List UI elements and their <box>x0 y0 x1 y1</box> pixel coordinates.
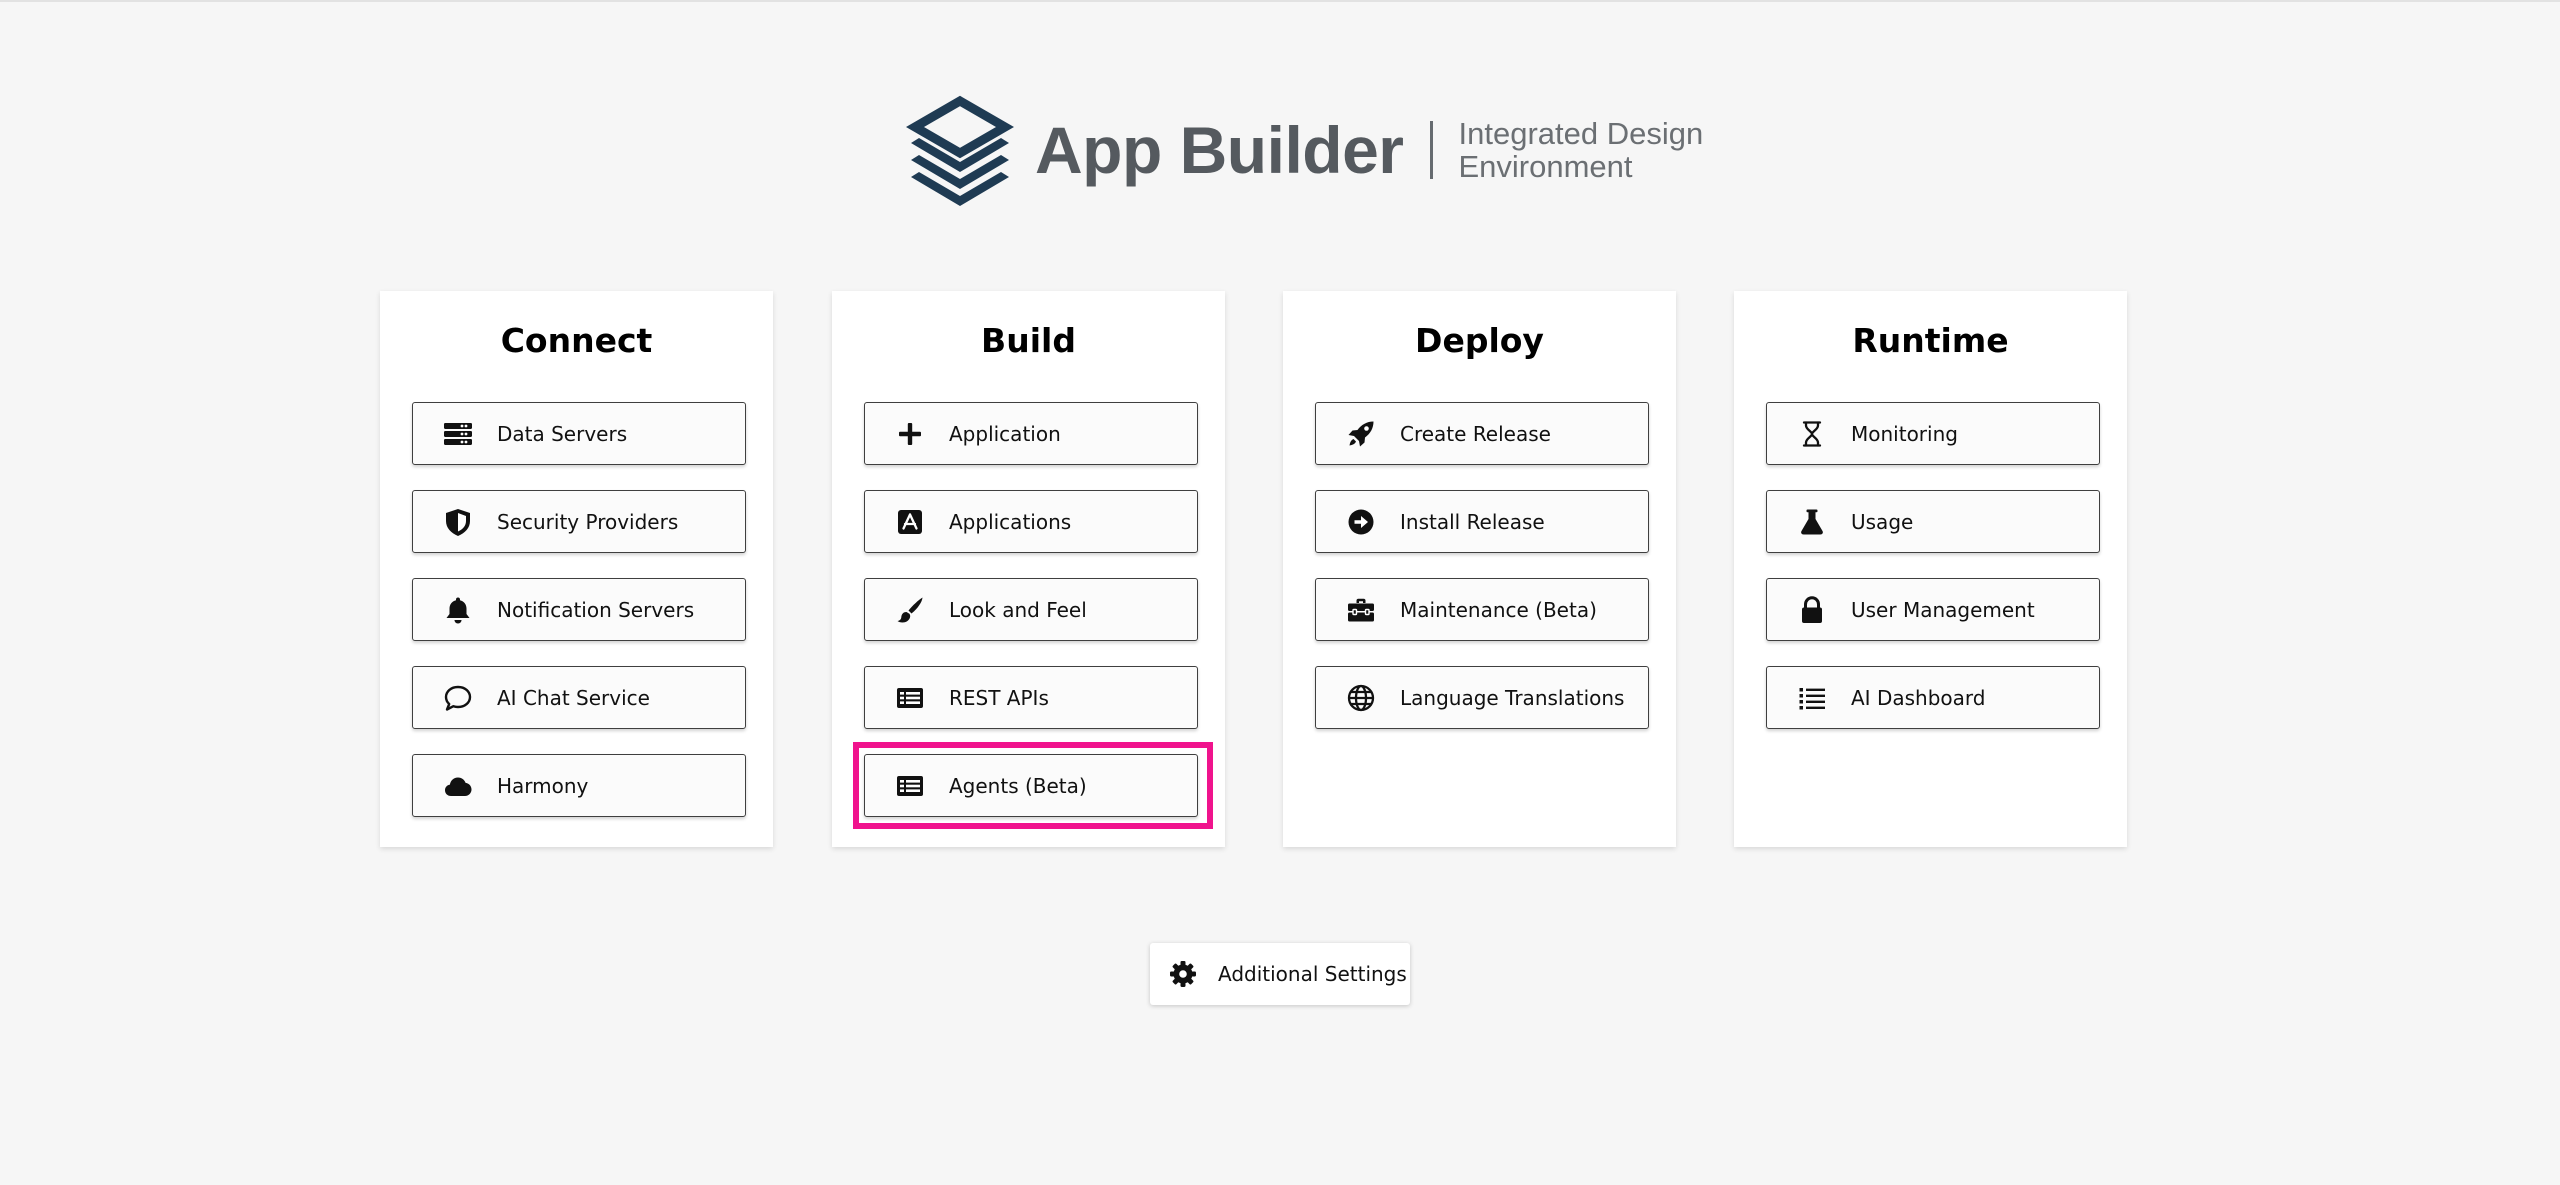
button-label: REST APIs <box>949 685 1049 710</box>
user-management-button[interactable]: User Management <box>1766 578 2100 641</box>
server-icon <box>443 419 473 449</box>
harmony-button[interactable]: Harmony <box>412 754 746 817</box>
monitoring-button[interactable]: Monitoring <box>1766 402 2100 465</box>
build-card: Build Application Applications Look and … <box>832 291 1225 847</box>
toolbox-icon <box>1346 595 1376 625</box>
button-label: AI Dashboard <box>1851 685 1986 710</box>
list-alt-icon <box>895 771 925 801</box>
security-providers-button[interactable]: Security Providers <box>412 490 746 553</box>
plus-icon <box>895 419 925 449</box>
button-label: Language Translations <box>1400 685 1625 710</box>
connect-card: Connect Data Servers Security Providers <box>380 291 773 847</box>
applications-button[interactable]: Applications <box>864 490 1198 553</box>
arrow-circle-right-icon <box>1346 507 1376 537</box>
gear-icon <box>1168 959 1198 989</box>
layers-icon <box>906 95 1014 206</box>
button-label: Create Release <box>1400 421 1551 446</box>
app-store-icon <box>895 507 925 537</box>
rest-apis-button[interactable]: REST APIs <box>864 666 1198 729</box>
subtitle-line-2: Environment <box>1458 149 1633 184</box>
data-servers-button[interactable]: Data Servers <box>412 402 746 465</box>
button-label: Look and Feel <box>949 597 1087 622</box>
cloud-icon <box>443 771 473 801</box>
ai-chat-service-button[interactable]: AI Chat Service <box>412 666 746 729</box>
button-label: Harmony <box>497 773 589 798</box>
language-translations-button[interactable]: Language Translations <box>1315 666 1649 729</box>
agents-beta-button[interactable]: Agents (Beta) <box>864 754 1198 817</box>
usage-button[interactable]: Usage <box>1766 490 2100 553</box>
app-subtitle: Integrated Design Environment <box>1459 117 1704 183</box>
additional-settings-button[interactable]: Additional Settings <box>1150 943 1410 1005</box>
button-label: Install Release <box>1400 509 1545 534</box>
button-label: Data Servers <box>497 421 628 446</box>
paintbrush-icon <box>895 595 925 625</box>
deploy-card: Deploy Create Release Install Release Ma… <box>1283 291 1676 847</box>
install-release-button[interactable]: Install Release <box>1315 490 1649 553</box>
list-icon <box>1797 683 1827 713</box>
maintenance-beta-button[interactable]: Maintenance (Beta) <box>1315 578 1649 641</box>
lock-icon <box>1797 595 1827 625</box>
card-title-build: Build <box>981 321 1076 360</box>
shield-icon <box>443 507 473 537</box>
button-label: Security Providers <box>497 509 679 534</box>
button-label: Monitoring <box>1851 421 1958 446</box>
bell-icon <box>443 595 473 625</box>
flask-icon <box>1797 507 1827 537</box>
button-label: AI Chat Service <box>497 685 650 710</box>
globe-icon <box>1346 683 1376 713</box>
app-logo: App Builder Integrated Design Environmen… <box>905 94 1703 206</box>
button-label: Additional Settings <box>1218 962 1407 986</box>
chat-bubble-icon <box>443 683 473 713</box>
list-alt-icon <box>895 683 925 713</box>
create-release-button[interactable]: Create Release <box>1315 402 1649 465</box>
notification-servers-button[interactable]: Notification Servers <box>412 578 746 641</box>
card-title-deploy: Deploy <box>1415 321 1544 360</box>
look-and-feel-button[interactable]: Look and Feel <box>864 578 1198 641</box>
hourglass-icon <box>1797 419 1827 449</box>
new-application-button[interactable]: Application <box>864 402 1198 465</box>
subtitle-line-1: Integrated Design <box>1458 116 1704 151</box>
app-title: App Builder <box>1035 113 1404 187</box>
ai-dashboard-button[interactable]: AI Dashboard <box>1766 666 2100 729</box>
button-label: Application <box>949 421 1061 446</box>
runtime-card: Runtime Monitoring Usage User Management… <box>1734 291 2127 847</box>
button-label: User Management <box>1851 597 2035 622</box>
card-title-connect: Connect <box>500 321 653 360</box>
card-title-runtime: Runtime <box>1852 321 2009 360</box>
button-label: Maintenance (Beta) <box>1400 597 1597 622</box>
title-divider <box>1429 121 1433 179</box>
button-label: Usage <box>1851 509 1914 534</box>
rocket-icon <box>1346 419 1376 449</box>
button-label: Agents (Beta) <box>949 773 1087 798</box>
button-label: Notification Servers <box>497 597 695 622</box>
button-label: Applications <box>949 509 1072 534</box>
